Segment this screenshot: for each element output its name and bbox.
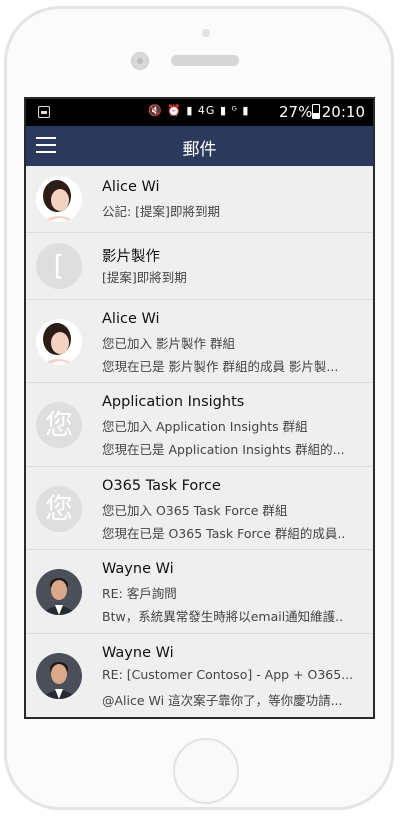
message-list[interactable]: Alice Wi 公記: [提案]即將到期 [ 影片製作 [提案]即將到期 Al…: [26, 166, 373, 717]
message-preview: 您現在已是 影片製作 群組的成員 影片製...: [102, 359, 339, 374]
message-row[interactable]: [ 影片製作 [提案]即將到期: [26, 233, 373, 300]
avatar-alice: [36, 319, 82, 365]
message-preview: 您現在已是 O365 Task Force 群組的成員..: [102, 526, 346, 541]
message-subject: 您已加入 O365 Task Force 群組: [102, 503, 288, 518]
message-subject: RE: [Customer Contoso] - App + O365...: [102, 667, 354, 682]
message-subject: [提案]即將到期: [102, 270, 187, 285]
sender-name: Alice Wi: [102, 311, 160, 327]
avatar-placeholder: 您: [36, 402, 82, 448]
avatar-placeholder: 您: [36, 486, 82, 532]
status-time: 20:10: [321, 103, 365, 121]
avatar-placeholder: [: [36, 243, 82, 289]
message-row[interactable]: Wayne Wi RE: 客戶詢問 Btw，系統異常發生時將以email通知維護…: [26, 550, 373, 634]
avatar-wayne: [36, 569, 82, 615]
sender-name: Wayne Wi: [102, 561, 174, 577]
front-camera: [131, 52, 149, 70]
message-subject: 公記: [提案]即將到期: [102, 204, 220, 219]
sender-name: 影片製作: [102, 249, 160, 265]
sender-name: Application Insights: [102, 394, 245, 410]
earpiece-speaker: [171, 55, 239, 66]
message-row[interactable]: Alice Wi 您已加入 影片製作 群組 您現在已是 影片製作 群組的成員 影…: [26, 300, 373, 383]
avatar-alice: [36, 176, 82, 222]
message-row[interactable]: Wayne Wi RE: [Customer Contoso] - App + …: [26, 634, 373, 717]
image-notification-icon: [38, 106, 50, 118]
phone-screen: 🔇 ⏰ ▮ 4G ▮ ᴳ ▮ 27% 20:10 郵件 Alice Wi 公記:…: [24, 97, 375, 719]
status-icons: 🔇 ⏰ ▮ 4G ▮ ᴳ ▮: [148, 104, 250, 117]
message-row[interactable]: Alice Wi 公記: [提案]即將到期: [26, 166, 373, 233]
app-bar: 郵件: [26, 126, 373, 166]
status-bar: 🔇 ⏰ ▮ 4G ▮ ᴳ ▮ 27% 20:10: [26, 99, 373, 126]
message-subject: 您已加入 Application Insights 群組: [102, 419, 308, 434]
page-title: 郵件: [182, 140, 217, 160]
sender-name: Alice Wi: [102, 179, 160, 195]
proximity-sensor: [202, 29, 210, 37]
message-preview: 您現在已是 Application Insights 群組的...: [102, 442, 345, 457]
message-row[interactable]: 您 Application Insights 您已加入 Application …: [26, 383, 373, 467]
message-preview: Btw，系統異常發生時將以email通知維護..: [102, 609, 344, 624]
message-preview: @Alice Wi 這次案子靠你了，等你慶功請...: [102, 693, 343, 708]
sender-name: O365 Task Force: [102, 478, 221, 494]
battery-percent: 27%: [279, 103, 313, 121]
avatar-wayne: [36, 653, 82, 699]
sender-name: Wayne Wi: [102, 645, 174, 661]
home-button[interactable]: [173, 738, 239, 804]
message-row[interactable]: 您 O365 Task Force 您已加入 O365 Task Force 群…: [26, 467, 373, 550]
battery-icon: [312, 104, 320, 119]
message-subject: 您已加入 影片製作 群組: [102, 336, 235, 351]
message-subject: RE: 客戶詢問: [102, 586, 177, 601]
